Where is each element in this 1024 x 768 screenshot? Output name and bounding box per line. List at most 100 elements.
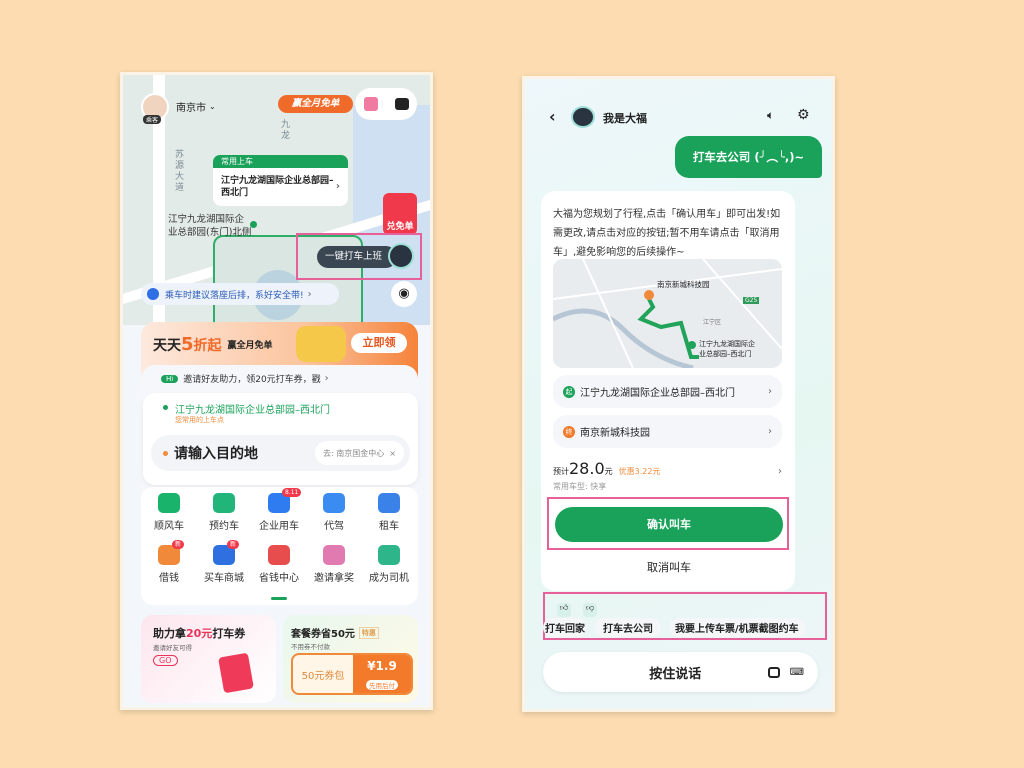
pickup-location[interactable]: 江宁九龙湖国际企业总部园–西北门: [175, 401, 330, 416]
map-road-label: 苏源大道: [175, 150, 185, 193]
chevron-right-icon: ›: [778, 466, 782, 477]
cancel-ride-button[interactable]: 取消叫车: [555, 559, 783, 575]
quick-reply-chip[interactable]: 打车回家: [543, 618, 587, 637]
rental-car-icon: [378, 493, 400, 513]
service-label: 代驾: [324, 521, 344, 532]
shield-icon: [147, 288, 159, 300]
service-label: 省钱中心: [259, 573, 299, 584]
service-savings[interactable]: 省钱中心: [252, 545, 306, 584]
service-driver[interactable]: 成为司机: [362, 545, 416, 584]
destination-placeholder: 请输入目的地: [174, 446, 258, 462]
image-icon[interactable]: [767, 666, 780, 678]
keyboard-icon[interactable]: ⌨: [790, 667, 804, 678]
chevron-right-icon: ›: [307, 288, 312, 300]
highway-label: G25: [743, 297, 760, 304]
start-place: 江宁九龙湖国际企业总部园–西北门: [580, 388, 735, 399]
top-actions: [355, 88, 417, 120]
robot-assistant-icon[interactable]: [388, 243, 414, 269]
hold-to-talk-button[interactable]: 按住说话: [543, 663, 768, 682]
banner-title-num: 5: [181, 334, 194, 355]
promo-sub: 邀请好友可得: [153, 644, 192, 652]
price-prefix: 预计: [553, 467, 569, 476]
service-label: 买车商城: [204, 573, 244, 584]
avatar-badge: 乘客: [143, 115, 162, 124]
start-tag: 起: [563, 385, 575, 398]
pickup-note: 您常用的上车点: [175, 416, 224, 424]
service-money-bag[interactable]: 借钱 新: [142, 540, 196, 584]
service-label: 成为司机: [369, 573, 409, 584]
chevron-down-icon: ⌄: [209, 102, 216, 111]
banner-title-a: 天天: [153, 337, 181, 354]
chevron-right-icon: ›: [324, 373, 329, 384]
voice-input-bar[interactable]: 按住说话 ⌨: [543, 652, 818, 692]
destination-input[interactable]: 请输入目的地 去: 南京国金中心 ×: [151, 435, 410, 471]
package-sub: 不用券不付款: [291, 643, 330, 651]
price-unit: 元: [604, 467, 613, 476]
back-icon[interactable]: ‹: [549, 107, 556, 126]
speaker-icon[interactable]: 🔈︎: [767, 108, 774, 123]
promo-highlight: 20元: [186, 627, 213, 640]
district-label: 江宁区: [703, 319, 722, 326]
driver-icon: [378, 545, 400, 565]
map-dest-label: 南京新城科技园: [657, 280, 710, 289]
alarm-clock-icon: [213, 493, 235, 513]
service-chauffeur[interactable]: 代驾: [307, 493, 361, 532]
service-alarm-clock[interactable]: 预约车: [197, 493, 251, 532]
promo-badge[interactable]: 赢全月免单: [278, 95, 353, 113]
river: [553, 308, 694, 368]
end-place: 南京新城科技园: [580, 428, 650, 439]
quick-reply-chip[interactable]: 我要上传车票/机票截图约车: [669, 618, 805, 637]
invite-strip[interactable]: Hi 邀请好友助力，领20元打车券，戳 ›: [161, 372, 329, 385]
service-label: 预约车: [209, 521, 239, 532]
map-poi-label: 江宁九龙湖国际企业总部园(东门)北侧: [168, 214, 252, 238]
go-button[interactable]: GO: [153, 655, 178, 666]
red-envelope-button[interactable]: 兑免单: [383, 193, 417, 235]
savings-icon: [268, 545, 290, 565]
promo-title-b: 打车券: [212, 627, 246, 640]
safety-tip-text: 乘车时建议落座后排，系好安全带!: [165, 290, 304, 301]
ride-request-card: 江宁九龙湖国际企业总部园–西北门 您常用的上车点 请输入目的地 去: 南京国金中…: [143, 393, 418, 485]
coupon-package-card[interactable]: 套餐券省50元 特惠 不用券不付款 50元券包 ¥1.9 先用后付: [283, 615, 418, 703]
chat-title: 我是大福: [603, 112, 647, 125]
claim-now-button[interactable]: 立即领: [351, 333, 407, 353]
carpool-car-icon: [158, 493, 180, 513]
pager-indicator: [271, 597, 287, 600]
start-marker: [688, 341, 696, 349]
route-map[interactable]: 南京新城科技园 江宁九龙湖国际企业总部园–西北门 G25 江宁区: [553, 259, 782, 368]
chauffeur-icon: [323, 493, 345, 513]
invite-people-icon: [323, 545, 345, 565]
message-icon[interactable]: [394, 98, 409, 110]
suggested-destination-chip[interactable]: 去: 南京国金中心 ×: [315, 441, 404, 465]
safety-tip-banner[interactable]: 乘车时建议落座后排，系好安全带! ›: [141, 283, 339, 305]
quick-reply-chip[interactable]: 打车去公司: [595, 618, 661, 637]
service-building[interactable]: 企业用车 8.11: [252, 488, 306, 532]
gift-icon[interactable]: [363, 97, 378, 111]
service-rental-car[interactable]: 租车: [362, 493, 416, 532]
close-icon[interactable]: ×: [389, 449, 396, 458]
gear-icon[interactable]: ⚙: [797, 107, 810, 123]
start-location-row[interactable]: 起江宁九龙湖国际企业总部园–西北门 ›: [553, 375, 782, 408]
service-car-shop[interactable]: 买车商城 新: [197, 540, 251, 584]
promo-title: 助力拿: [153, 627, 186, 640]
pickup-dot: [250, 221, 257, 228]
end-location-row[interactable]: 终南京新城科技园 ›: [553, 415, 782, 448]
service-carpool-car[interactable]: 顺风车: [142, 493, 196, 532]
service-badge: 新: [227, 540, 240, 549]
one-tap-commute-button[interactable]: 一键打车上班: [317, 246, 397, 268]
service-badge: 新: [172, 540, 185, 549]
map-road-label: 九龙: [281, 120, 291, 141]
city-selector[interactable]: 南京市 ⌄: [176, 99, 216, 114]
quick-replies: 打车回家 打车去公司 我要上传车票/机票截图约车: [543, 618, 805, 637]
confirm-ride-button[interactable]: 确认叫车: [555, 507, 783, 542]
invite-coupon-card[interactable]: 助力拿20元打车券 邀请好友可得 GO: [141, 615, 276, 703]
chevron-right-icon: ›: [335, 181, 340, 192]
city-name: 南京市: [176, 103, 206, 114]
price-estimate[interactable]: 预计 28.0 元优惠3.22元 ›: [553, 459, 782, 478]
service-invite-people[interactable]: 邀请拿奖: [307, 545, 361, 584]
pickup-popup[interactable]: 江宁九龙湖国际企业总部园–西北门 ›: [213, 168, 348, 206]
pay-later-tag: 先用后付: [366, 680, 398, 690]
end-tag: 终: [563, 425, 575, 438]
assistant-chat-screen: ‹ 我是大福 🔈︎ ⚙ 打车去公司 (╯︵╰,)~ 大福为您规划了行程,点击「确…: [522, 76, 835, 712]
user-message-bubble: 打车去公司 (╯︵╰,)~: [675, 136, 822, 178]
locate-icon[interactable]: ◉: [391, 281, 417, 307]
